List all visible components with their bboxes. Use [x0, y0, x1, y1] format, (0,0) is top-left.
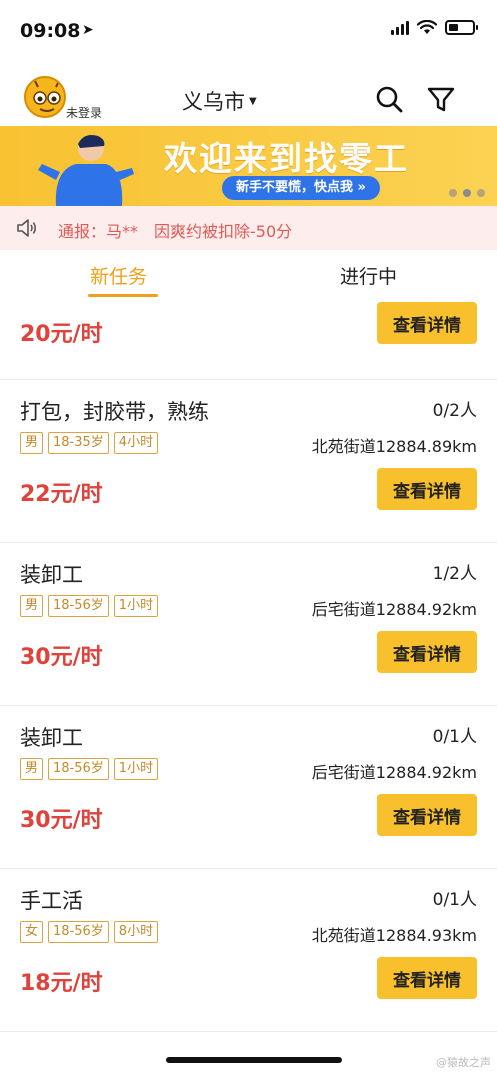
job-headcount: 0/1人	[432, 890, 477, 910]
city-name: 义乌市	[182, 90, 245, 114]
view-details-button[interactable]: 查看详情	[377, 468, 477, 510]
job-card[interactable]: 手工活 0/1人 女 18-56岁 8小时 北苑街道12884.93km 18元…	[0, 869, 497, 1032]
active-tab-indicator	[88, 294, 158, 297]
signal-icon	[391, 20, 409, 35]
job-location: 后宅街道12884.92km	[311, 600, 477, 619]
job-title: 手工活	[20, 889, 83, 913]
view-details-button[interactable]: 查看详情	[377, 957, 477, 999]
job-location: 北苑街道12884.89km	[311, 437, 477, 456]
age-tag: 18-56岁	[48, 921, 109, 943]
job-tags: 男 18-56岁 1小时	[20, 595, 159, 617]
notice-text: 通报：马** 因爽约被扣除-50分	[58, 222, 293, 241]
watermark: @猿故之声	[436, 1056, 491, 1069]
banner-pagination	[449, 189, 485, 197]
wifi-icon	[417, 20, 437, 34]
age-tag: 18-35岁	[48, 432, 109, 454]
view-details-button[interactable]: 查看详情	[377, 631, 477, 673]
job-location: 后宅街道12884.92km	[311, 763, 477, 782]
status-time: 09:08	[20, 20, 81, 42]
city-selector[interactable]: 义乌市 ▼	[182, 86, 257, 116]
job-pay: 18元/时	[20, 971, 103, 996]
login-status-label[interactable]: 未登录	[66, 104, 102, 121]
job-card[interactable]: 打包，封胶带，熟练 0/2人 男 18-35岁 4小时 北苑街道12884.89…	[0, 380, 497, 543]
banner-illustration	[38, 135, 134, 206]
location-arrow-icon: ➤	[82, 22, 94, 38]
duration-tag: 4小时	[113, 432, 159, 454]
job-title: 装卸工	[20, 726, 83, 750]
gender-tag: 男	[20, 758, 44, 780]
view-details-button[interactable]: 查看详情	[377, 794, 477, 836]
duration-tag: 1小时	[113, 758, 159, 780]
age-tag: 18-56岁	[48, 758, 109, 780]
duration-tag: 8小时	[113, 921, 159, 943]
job-pay: 22元/时	[20, 482, 103, 507]
gender-tag: 男	[20, 432, 44, 454]
banner-help-button[interactable]: 新手不要慌，快点我 »	[222, 176, 380, 200]
gender-tag: 女	[20, 921, 44, 943]
age-tag: 18-56岁	[48, 595, 109, 617]
banner-title: 欢迎来到找零工	[164, 139, 409, 178]
search-icon[interactable]	[374, 84, 404, 114]
avatar-icon[interactable]	[24, 76, 66, 118]
task-tabs: 新任务 进行中	[0, 250, 497, 302]
job-title: 装卸工	[20, 563, 83, 587]
promo-banner[interactable]: 欢迎来到找零工 新手不要慌，快点我 »	[0, 126, 497, 206]
job-card[interactable]: 20元/时 查看详情	[0, 302, 497, 380]
status-bar: 09:08 ➤	[0, 0, 497, 62]
status-icons	[391, 20, 478, 35]
job-location: 北苑街道12884.93km	[311, 926, 477, 945]
job-tags: 男 18-35岁 4小时	[20, 432, 159, 454]
view-details-button[interactable]: 查看详情	[377, 302, 477, 344]
job-tags: 男 18-56岁 1小时	[20, 758, 159, 780]
speaker-icon	[17, 219, 37, 237]
gender-tag: 男	[20, 595, 44, 617]
job-title: 打包，封胶带，熟练	[20, 400, 209, 424]
job-pay: 30元/时	[20, 808, 103, 833]
job-pay: 30元/时	[20, 645, 103, 670]
duration-tag: 1小时	[113, 595, 159, 617]
battery-icon	[445, 20, 478, 35]
job-card[interactable]: 装卸工 1/2人 男 18-56岁 1小时 后宅街道12884.92km 30元…	[0, 543, 497, 706]
job-pay: 20元/时	[20, 322, 103, 347]
tab-new-tasks[interactable]: 新任务	[90, 262, 147, 289]
tab-in-progress[interactable]: 进行中	[340, 262, 397, 289]
job-headcount: 1/2人	[432, 564, 477, 584]
job-headcount: 0/1人	[432, 727, 477, 747]
caret-down-icon: ▼	[249, 95, 257, 107]
notice-bar: 通报：马** 因爽约被扣除-50分	[0, 206, 497, 250]
filter-icon[interactable]	[426, 84, 456, 114]
app-header: 未登录 义乌市 ▼	[0, 62, 497, 126]
job-tags: 女 18-56岁 8小时	[20, 921, 159, 943]
job-card[interactable]: 装卸工 0/1人 男 18-56岁 1小时 后宅街道12884.92km 30元…	[0, 706, 497, 869]
home-indicator[interactable]	[166, 1057, 342, 1063]
job-headcount: 0/2人	[432, 401, 477, 421]
